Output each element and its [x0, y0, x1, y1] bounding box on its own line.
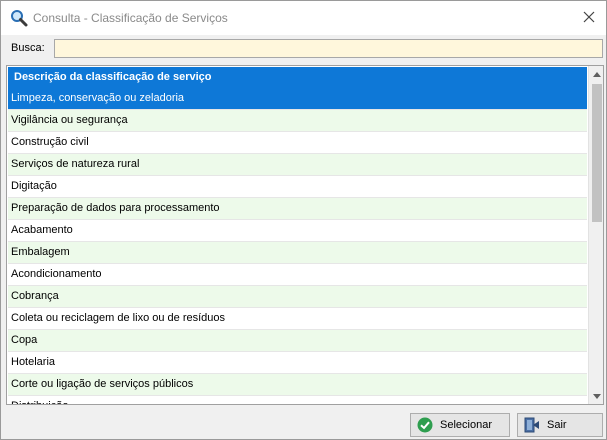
- classification-grid: Descrição da classificação de serviço Li…: [6, 65, 604, 405]
- table-row[interactable]: Distribuição: [8, 396, 587, 404]
- column-header-description[interactable]: Descrição da classificação de serviço: [8, 67, 587, 88]
- table-row[interactable]: Limpeza, conservação ou zeladoria: [8, 88, 587, 110]
- close-icon[interactable]: [575, 5, 603, 29]
- grid-rows: Limpeza, conservação ou zeladoria Vigilân…: [8, 88, 587, 404]
- exit-button[interactable]: Sair: [517, 413, 603, 437]
- title-bar: Consulta - Classificação de Serviços: [1, 1, 606, 35]
- magnifier-icon: [10, 9, 28, 27]
- select-button[interactable]: Selecionar: [410, 413, 510, 437]
- window-title: Consulta - Classificação de Serviços: [33, 11, 228, 25]
- table-row[interactable]: Acabamento: [8, 220, 587, 242]
- check-circle-icon: [417, 417, 433, 433]
- table-row[interactable]: Hotelaria: [8, 352, 587, 374]
- dialog-window: Consulta - Classificação de Serviços Bus…: [0, 0, 607, 440]
- table-row[interactable]: Cobrança: [8, 286, 587, 308]
- table-row[interactable]: Serviços de natureza rural: [8, 154, 587, 176]
- table-row[interactable]: Vigilância ou segurança: [8, 110, 587, 132]
- table-row[interactable]: Construção civil: [8, 132, 587, 154]
- table-row[interactable]: Copa: [8, 330, 587, 352]
- search-label: Busca:: [11, 42, 45, 54]
- table-row[interactable]: Preparação de dados para processamento: [8, 198, 587, 220]
- vertical-scrollbar[interactable]: [588, 66, 603, 404]
- exit-door-icon: [524, 417, 540, 433]
- table-row[interactable]: Corte ou ligação de serviços públicos: [8, 374, 587, 396]
- search-input[interactable]: [54, 39, 603, 58]
- table-row[interactable]: Digitação: [8, 176, 587, 198]
- select-button-label: Selecionar: [440, 419, 492, 431]
- scroll-up-icon[interactable]: [589, 66, 603, 82]
- exit-button-label: Sair: [547, 419, 567, 431]
- search-row: Busca:: [1, 37, 606, 61]
- table-row[interactable]: Coleta ou reciclagem de lixo ou de resíd…: [8, 308, 587, 330]
- scroll-down-icon[interactable]: [589, 388, 603, 404]
- table-row[interactable]: Embalagem: [8, 242, 587, 264]
- scroll-thumb[interactable]: [592, 84, 602, 222]
- table-row[interactable]: Acondicionamento: [8, 264, 587, 286]
